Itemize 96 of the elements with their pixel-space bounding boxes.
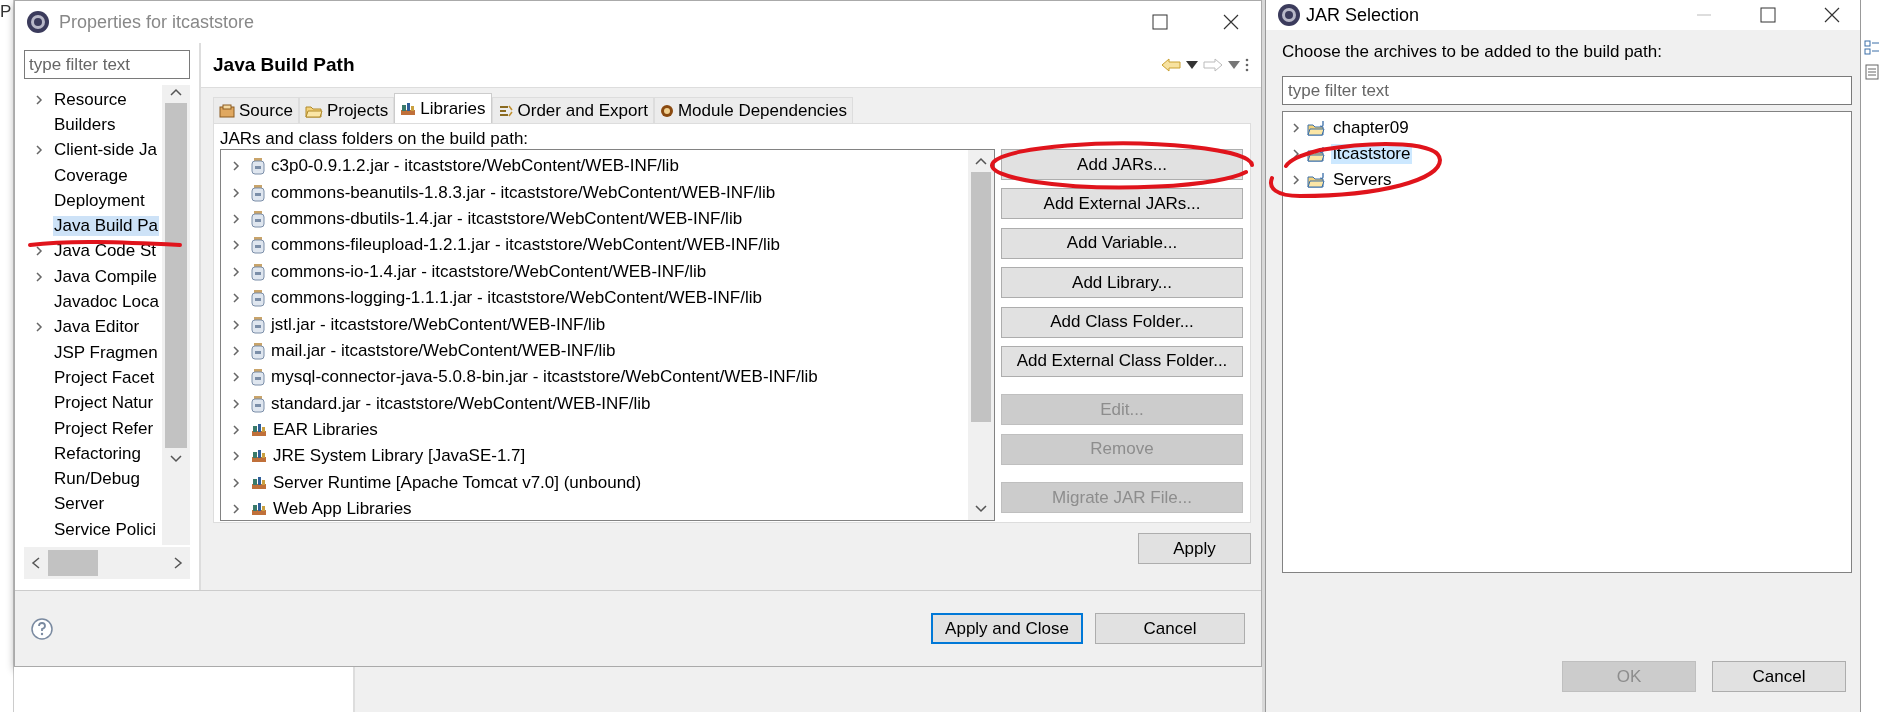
jar-icon [251, 368, 265, 387]
scroll-right-icon [172, 556, 184, 570]
library-icon [251, 422, 267, 439]
list-item[interactable]: mysql-connector-java-5.0.8-bin.jar - itcaststore/WebContent/WEB-INF/lib [271, 367, 818, 388]
category-item[interactable]: Refactoring [53, 443, 142, 464]
side-button[interactable]: Add External Class Folder... [1001, 345, 1243, 377]
category-item[interactable]: Resource [53, 89, 128, 110]
prompt-text: Choose the archives to be added to the build path: [1282, 42, 1663, 63]
side-button[interactable]: Add Library... [1001, 267, 1243, 299]
close-icon[interactable] [1824, 7, 1840, 23]
tree-item[interactable]: Servers [1331, 170, 1394, 190]
category-item[interactable]: JSP Fragmen [53, 342, 159, 363]
list-item[interactable]: jstl.jar - itcaststore/WebContent/WEB-INF/lib [271, 314, 606, 335]
order-icon [497, 103, 514, 118]
side-button[interactable]: Add External JARs... [1001, 188, 1243, 220]
eclipse-icon [1276, 2, 1302, 28]
module-icon [659, 103, 674, 118]
tree-item[interactable]: chapter09 [1331, 118, 1411, 138]
scrollbar[interactable] [968, 150, 994, 520]
list-item[interactable]: commons-dbutils-1.4.jar - itcaststore/WebContent/WEB-INF/lib [271, 208, 743, 229]
more-icon [1245, 58, 1249, 72]
category-item[interactable]: Project Facet [53, 367, 156, 388]
list-item[interactable]: Web App Libraries [273, 499, 412, 520]
window-title: JAR Selection [1306, 4, 1420, 26]
list-item[interactable]: c3p0-0.9.1.2.jar - itcaststore/WebContent/WEB-INF/lib [271, 156, 679, 177]
category-item[interactable]: Server [53, 494, 106, 515]
list-item[interactable]: Server Runtime [Apache Tomcat v7.0] (unbound) [273, 472, 642, 493]
list-item[interactable]: commons-io-1.4.jar - itcaststore/WebContent/WEB-INF/lib [271, 261, 707, 282]
outline-icon [1863, 40, 1880, 56]
jar-icon [251, 394, 265, 413]
category-item[interactable]: Builders [53, 114, 117, 135]
project-folder-icon [1307, 172, 1327, 188]
category-item[interactable]: Java Build Pa [53, 216, 159, 237]
list-item[interactable]: commons-logging-1.1.1.jar - itcaststore/WebContent/WEB-INF/lib [271, 288, 762, 309]
tab[interactable]: Source [213, 97, 299, 123]
tab[interactable]: Order and Export [491, 97, 654, 123]
window-title: Properties for itcaststore [59, 11, 256, 33]
list-item[interactable]: standard.jar - itcaststore/WebContent/WEB-INF/lib [271, 393, 651, 414]
category-item[interactable]: Client-side Ja [53, 140, 158, 161]
library-icon [251, 474, 267, 491]
tab[interactable]: Projects [298, 97, 395, 123]
category-item[interactable]: Project Natur [53, 393, 155, 414]
category-item[interactable]: Java Compile [53, 266, 158, 287]
maximize-icon[interactable] [1152, 14, 1168, 30]
scrollbar[interactable] [24, 547, 190, 579]
dialog-button[interactable]: Cancel [1095, 613, 1245, 644]
jar-icon [251, 236, 265, 255]
source-folder-icon [219, 103, 235, 118]
list-item[interactable]: commons-beanutils-1.8.3.jar - itcaststore/WebContent/WEB-INF/lib [271, 182, 776, 203]
task-list-icon [1864, 64, 1879, 80]
dropdown-icon [1186, 61, 1198, 69]
project-folder-icon [1307, 146, 1327, 162]
side-button[interactable]: Add Variable... [1001, 227, 1243, 259]
dialog-button[interactable]: Apply and Close [931, 613, 1083, 644]
list-item[interactable]: EAR Libraries [273, 420, 378, 441]
dropdown-icon [1228, 61, 1240, 69]
back-arrow-icon[interactable] [1161, 58, 1181, 72]
category-item[interactable]: Service Polici [53, 519, 158, 540]
close-icon[interactable] [1223, 14, 1239, 30]
help-icon[interactable] [31, 617, 53, 640]
list-label: JARs and class folders on the build path: [220, 129, 530, 149]
apply-button[interactable]: Apply [1138, 533, 1251, 564]
scroll-left-icon [30, 556, 42, 570]
tab[interactable]: Libraries [394, 93, 492, 123]
dialog-button[interactable]: Cancel [1712, 661, 1846, 692]
page-title: Java Build Path [213, 54, 356, 76]
maximize-icon[interactable] [1760, 7, 1776, 23]
category-item[interactable]: Project Refer [53, 418, 155, 439]
jar-icon [251, 157, 265, 176]
list-item[interactable]: mail.jar - itcaststore/WebContent/WEB-INF/lib [271, 340, 616, 361]
jar-icon [251, 262, 265, 281]
filter-field[interactable]: type filter text [24, 50, 190, 79]
side-button[interactable]: Add JARs... [1001, 149, 1243, 180]
side-button[interactable]: Add Class Folder... [1001, 306, 1243, 338]
jar-icon [251, 341, 265, 360]
jar-icon [251, 315, 265, 334]
forward-arrow-icon[interactable] [1203, 58, 1223, 72]
tab[interactable]: Module Dependencies [653, 97, 854, 123]
library-icon [400, 100, 417, 117]
library-icon [251, 448, 267, 465]
category-item[interactable]: Java Editor [53, 317, 141, 338]
category-item[interactable]: Javadoc Loca [53, 292, 160, 312]
filter-field[interactable]: type filter text [1282, 76, 1852, 105]
eclipse-icon [25, 9, 51, 35]
view-title: P [0, 2, 13, 22]
library-icon [251, 501, 267, 518]
scrollbar[interactable] [162, 85, 190, 545]
jar-icon [251, 209, 265, 228]
jar-icon [251, 183, 265, 202]
category-item[interactable]: Run/Debug [53, 469, 141, 490]
project-folder-icon [1307, 120, 1327, 136]
category-item[interactable]: Coverage [53, 165, 129, 186]
list-item[interactable]: commons-fileupload-1.2.1.jar - itcaststore/WebContent/WEB-INF/lib [271, 235, 780, 256]
list-item[interactable]: JRE System Library [JavaSE-1.7] [273, 446, 526, 467]
jar-icon [251, 289, 265, 308]
category-item[interactable]: Deployment [53, 190, 146, 211]
